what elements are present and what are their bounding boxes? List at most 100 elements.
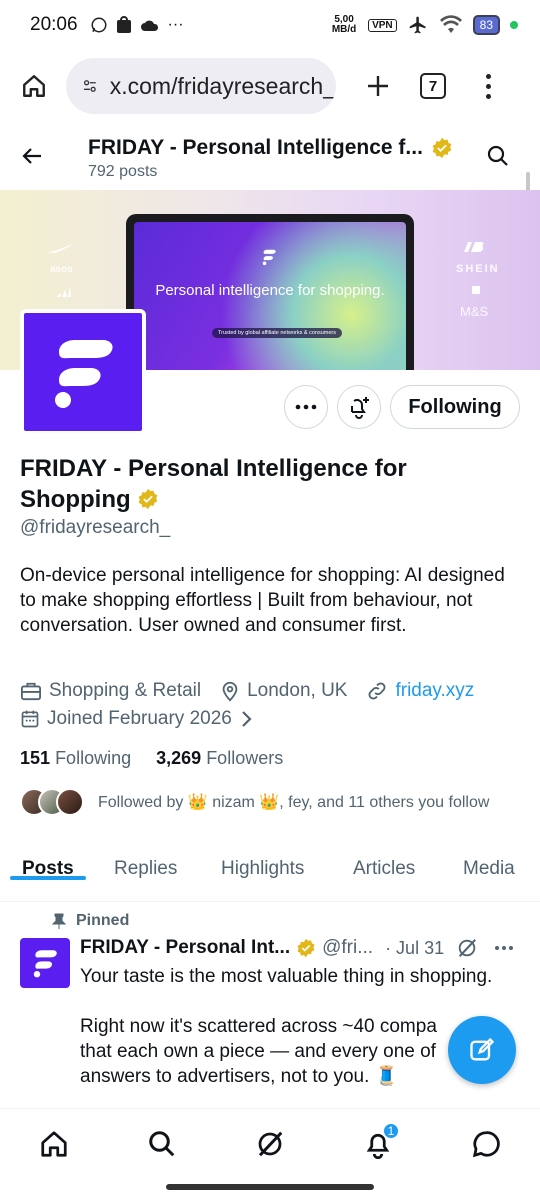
- profile-name-text: FRIDAY - Personal Intelligence for Shopp…: [20, 455, 407, 513]
- home-button[interactable]: [14, 66, 54, 106]
- nav-grok[interactable]: [250, 1124, 290, 1164]
- header-title-text: FRIDAY - Personal Intelligence f...: [88, 136, 423, 159]
- bottom-navigation: 1: [0, 1108, 540, 1178]
- site-settings-icon[interactable]: [82, 75, 98, 97]
- follow-counts: 151 Following 3,269 Followers: [20, 748, 283, 769]
- gesture-bar[interactable]: [166, 1184, 374, 1190]
- new-tab-button[interactable]: [358, 66, 398, 106]
- banner-laptop: Personal intelligence for shopping. Trus…: [126, 214, 414, 370]
- link-icon: [369, 682, 386, 700]
- home-icon: [23, 75, 45, 97]
- vpn-badge: VPN: [368, 18, 397, 32]
- search-icon[interactable]: [486, 144, 510, 168]
- more-notifications-icon: ···: [167, 16, 184, 33]
- network-speed: 5,00 MB/d: [331, 14, 357, 35]
- banner-headline: Personal intelligence for shopping.: [155, 282, 385, 299]
- verified-badge-icon: [297, 938, 315, 958]
- pinned-text: Pinned: [76, 912, 130, 929]
- location-icon: [222, 681, 238, 702]
- friday-logo-small: [262, 249, 276, 266]
- profile-tabs: Posts Replies Highlights Articles Media: [0, 838, 540, 902]
- profile-joined-row[interactable]: Joined February 2026: [20, 708, 253, 730]
- notification-icons: ···: [90, 16, 184, 34]
- search-icon: [149, 1130, 175, 1156]
- profile-website-link[interactable]: friday.xyz: [395, 680, 474, 702]
- wifi-icon: [439, 15, 462, 33]
- compose-post-button[interactable]: [448, 1016, 516, 1084]
- banner-trusted-text: Trusted by global affiliate networks & c…: [212, 328, 343, 338]
- status-time: 20:06: [30, 14, 78, 35]
- airplane-icon: [409, 16, 426, 34]
- plus-icon: [368, 76, 388, 96]
- tab-articles[interactable]: Articles: [353, 838, 415, 880]
- verified-badge-icon[interactable]: [137, 488, 159, 510]
- cloud-icon: [140, 20, 158, 31]
- url-text: x.com/fridayresearch_: [109, 72, 336, 99]
- nav-home[interactable]: [34, 1124, 74, 1164]
- ms-logo: M&S: [460, 304, 489, 319]
- following-count-link[interactable]: 151 Following: [20, 748, 131, 768]
- profile-top-bar: FRIDAY - Personal Intelligence f... 792 …: [0, 126, 540, 190]
- square-logo: [472, 286, 480, 294]
- verified-badge-icon: [432, 137, 452, 159]
- bell-plus-icon: [351, 397, 369, 419]
- tab-posts[interactable]: Posts: [10, 838, 86, 880]
- pinned-label: Pinned: [52, 912, 129, 930]
- tweet-line: Your taste is the most valuable thing in…: [80, 966, 493, 987]
- followers-count-link[interactable]: 3,269 Followers: [156, 748, 283, 768]
- browser-menu-button[interactable]: [486, 73, 491, 99]
- banner-screen: Personal intelligence for shopping. Trus…: [134, 222, 406, 370]
- followed-by-text: Followed by 👑 nizam 👑, fey, and 11 other…: [98, 794, 490, 811]
- privacy-dot: [510, 21, 518, 29]
- profile-name: FRIDAY - Personal Intelligence for Shopp…: [20, 453, 490, 515]
- profile-location: London, UK: [247, 680, 348, 701]
- grok-icon: [258, 1131, 283, 1156]
- pin-icon: [52, 913, 66, 929]
- adidas-logo: [57, 287, 71, 297]
- compose-icon: [470, 1037, 495, 1061]
- following-button[interactable]: Following: [390, 385, 520, 429]
- status-bar: 20:06 ··· 5,00 MB/d VPN 83: [0, 0, 540, 50]
- back-arrow-icon[interactable]: [20, 144, 44, 168]
- calendar-icon: [21, 710, 39, 728]
- friday-logo-icon: [55, 340, 113, 408]
- notify-button[interactable]: [337, 385, 381, 429]
- battery-indicator: 83: [472, 15, 500, 35]
- address-bar[interactable]: x.com/fridayresearch_: [66, 58, 336, 114]
- tab-highlights[interactable]: Highlights: [221, 838, 304, 880]
- tweet-header: FRIDAY - Personal Int... @fri... · Jul 3…: [80, 937, 514, 959]
- profile-category: Shopping & Retail: [49, 680, 202, 701]
- nike-logo: [48, 243, 75, 253]
- post-count: 792 posts: [88, 163, 158, 180]
- shop-icon: [116, 16, 131, 33]
- notification-badge: 1: [382, 1121, 400, 1140]
- briefcase-icon: [21, 682, 41, 701]
- tab-switcher-button[interactable]: 7: [420, 73, 446, 99]
- nav-search[interactable]: [142, 1124, 182, 1164]
- profile-handle: @fridayresearch_: [20, 517, 171, 538]
- mutual-avatar: [56, 788, 84, 816]
- grok-icon[interactable]: [456, 937, 478, 959]
- tweet-avatar[interactable]: [20, 938, 70, 988]
- tab-replies[interactable]: Replies: [114, 838, 177, 880]
- nav-messages[interactable]: [466, 1124, 506, 1164]
- chat-bubble-icon: [472, 1130, 500, 1157]
- browser-toolbar: x.com/fridayresearch_ 7: [0, 54, 540, 118]
- home-icon: [41, 1130, 67, 1157]
- profile-meta-row: Shopping & Retail London, UK friday.xyz: [20, 680, 474, 702]
- friday-logo-icon: [33, 950, 57, 978]
- new-balance-logo: [464, 242, 484, 252]
- followed-by-row[interactable]: Followed by 👑 nizam 👑, fey, and 11 other…: [20, 788, 489, 816]
- profile-header-title: FRIDAY - Personal Intelligence f...: [88, 136, 453, 160]
- profile-bio: On-device personal intelligence for shop…: [20, 565, 505, 636]
- more-options-button[interactable]: [284, 385, 328, 429]
- nav-notifications[interactable]: 1: [358, 1121, 400, 1164]
- profile-avatar[interactable]: [20, 309, 146, 435]
- tab-media[interactable]: Media: [463, 838, 515, 880]
- chevron-right-icon: [242, 711, 252, 727]
- tweet-author-name[interactable]: FRIDAY - Personal Int...: [80, 937, 290, 959]
- tweet-more-icon[interactable]: [494, 945, 514, 951]
- whatsapp-icon: [91, 17, 107, 33]
- tweet-date[interactable]: · Jul 31: [385, 938, 444, 959]
- more-horizontal-icon: [295, 404, 317, 410]
